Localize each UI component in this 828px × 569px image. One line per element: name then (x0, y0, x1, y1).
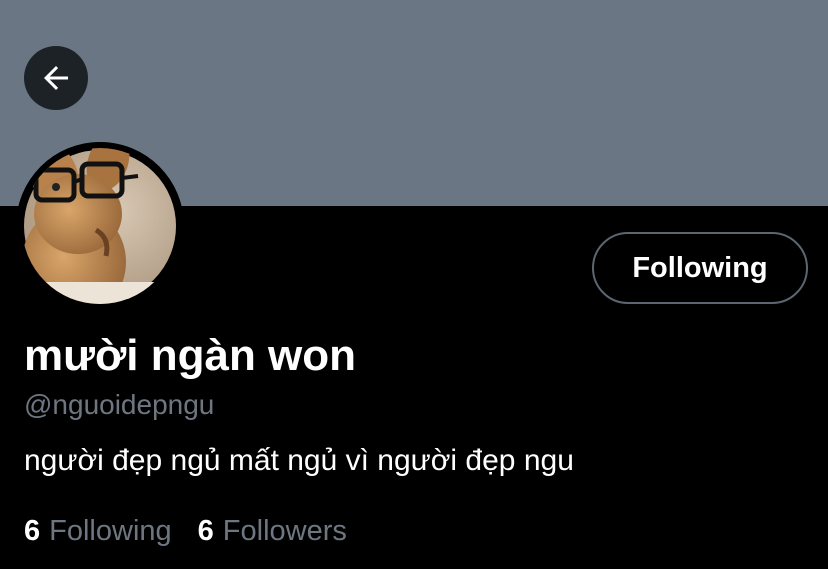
followers-stat-link[interactable]: 6 Followers (198, 513, 347, 549)
display-name: mười ngàn won (24, 331, 357, 380)
profile-bio: người đẹp ngủ mất ngủ vì người đẹp ngu (24, 444, 574, 477)
back-button[interactable] (24, 46, 88, 110)
profile-stats: 6 Following 6 Followers (24, 513, 347, 549)
avatar[interactable] (16, 142, 184, 310)
followers-label: Followers (222, 515, 347, 547)
user-handle: @nguoidepngu (24, 389, 215, 420)
followers-count: 6 (197, 515, 214, 547)
following-stat-link[interactable]: 6 Following (24, 513, 172, 549)
following-button[interactable]: Following (592, 232, 808, 304)
following-count: 6 (24, 515, 41, 547)
arrow-left-icon (38, 60, 74, 96)
following-label: Following (49, 515, 172, 547)
